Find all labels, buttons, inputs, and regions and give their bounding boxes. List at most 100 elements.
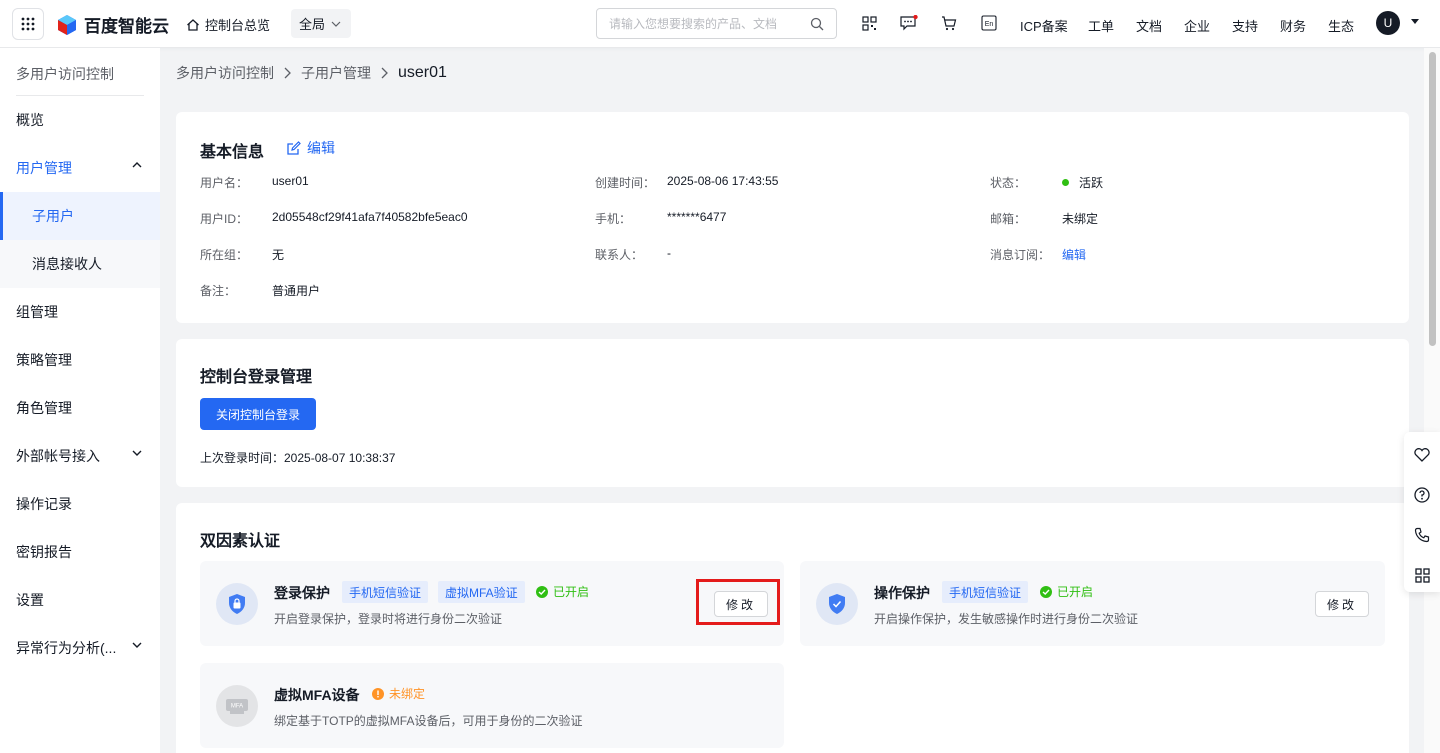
top-navbar: 百度智能云 控制台总览 全局 请输入您想要搜索的产品、文档 En ICP备案 工… [0, 0, 1440, 48]
avatar[interactable]: U [1376, 11, 1400, 35]
language-icon[interactable]: En [980, 14, 998, 32]
login-protect-state: 已开启 [536, 583, 589, 600]
language-icon-text: En [985, 21, 994, 28]
field-value: 未绑定 [1062, 212, 1099, 226]
virtual-mfa-state: 未绑定 [372, 685, 425, 702]
field-label: 状态： [990, 176, 1027, 190]
sidebar-item-user-management[interactable]: 用户管理 [0, 144, 160, 192]
sidebar-item-label: 异常行为分析(... [16, 640, 117, 656]
home-icon [187, 18, 199, 31]
disable-console-login-button[interactable]: 关闭控制台登录 [200, 398, 316, 430]
apps-icon[interactable] [1413, 566, 1431, 584]
field-remark: 备注： 普通用户 [200, 282, 320, 299]
caret-down-icon[interactable] [1410, 18, 1420, 25]
field-value: 无 [272, 248, 285, 262]
field-value: - [667, 246, 671, 260]
favorite-icon[interactable] [1413, 446, 1431, 464]
sidebar-item-label: 设置 [16, 592, 44, 608]
operation-protect-state: 已开启 [1040, 583, 1093, 600]
help-icon[interactable] [1413, 486, 1431, 504]
sidebar-item-anomaly-analysis[interactable]: 异常行为分析(... [0, 624, 160, 672]
field-label: 用户名： [200, 176, 249, 190]
message-icon[interactable] [900, 14, 918, 32]
sidebar-item-policy-management[interactable]: 策略管理 [0, 336, 160, 384]
qrcode-icon[interactable] [860, 14, 878, 32]
warning-circle-icon [372, 687, 384, 700]
search-icon[interactable] [810, 17, 824, 31]
chevron-down-icon [331, 21, 341, 27]
field-label: 手机： [595, 212, 632, 226]
nav-icp[interactable]: ICP备案 [1020, 16, 1068, 35]
sidebar-item-message-receiver[interactable]: 消息接收人 [0, 240, 160, 288]
sidebar-title: 多用户访问控制 [16, 66, 114, 82]
highlight-box [696, 579, 780, 625]
edit-subscription-link[interactable]: 编辑 [1062, 246, 1086, 263]
field-label: 所在组： [200, 248, 249, 262]
sidebar-item-role-management[interactable]: 角色管理 [0, 384, 160, 432]
sidebar-item-label: 概览 [16, 112, 44, 128]
field-contact: 联系人： - [595, 246, 671, 263]
field-value: 普通用户 [272, 284, 321, 298]
console-login-card: 控制台登录管理 关闭控制台登录 上次登录时间：2025-08-07 10:38:… [176, 339, 1409, 487]
modify-operation-protect-button[interactable]: 修改 [1315, 591, 1369, 617]
sidebar-item-operation-log[interactable]: 操作记录 [0, 480, 160, 528]
operation-protect-state-text: 已开启 [1057, 585, 1094, 599]
field-phone: 手机： *******6477 [595, 210, 726, 227]
sidebar-item-key-report[interactable]: 密钥报告 [0, 528, 160, 576]
sms-verify-tag: 手机短信验证 [342, 581, 429, 603]
virtual-mfa-panel: MFA 虚拟MFA设备 未绑定 绑定基于TOTP的虚拟MFA设备后，可用于身份的… [200, 663, 784, 748]
two-factor-card: 双因素认证 登录保护 手机短信验证 虚拟MFA验证 已开启 开启登录保护，登录时… [176, 503, 1409, 753]
cart-icon[interactable] [940, 14, 958, 32]
sms-verify-tag: 手机短信验证 [942, 581, 1029, 603]
region-value: 全局 [299, 17, 326, 32]
virtual-mfa-desc: 绑定基于TOTP的虚拟MFA设备后，可用于身份的二次验证 [274, 714, 583, 728]
mfa-device-icon-text: MFA [231, 704, 243, 710]
status-text: 活跃 [1079, 176, 1104, 190]
edit-basic-info-button[interactable]: 编辑 [286, 138, 335, 158]
sidebar-item-label: 策略管理 [16, 352, 72, 368]
sidebar-item-label: 消息接收人 [32, 256, 102, 272]
nav-docs[interactable]: 文档 [1136, 16, 1162, 35]
breadcrumb-item[interactable]: 多用户访问控制 [176, 63, 274, 83]
field-username: 用户名： user01 [200, 174, 309, 191]
field-value: *******6477 [667, 210, 727, 224]
sidebar-item-group-management[interactable]: 组管理 [0, 288, 160, 336]
field-status: 状态： 活跃 [990, 174, 1103, 191]
breadcrumb-item[interactable]: 子用户管理 [301, 63, 371, 83]
field-label: 用户ID： [200, 212, 249, 226]
status-value: 活跃 [1062, 174, 1103, 191]
search-input[interactable]: 请输入您想要搜索的产品、文档 [596, 8, 837, 39]
sidebar-item-label: 子用户 [32, 208, 74, 224]
last-login-time: 上次登录时间：2025-08-07 10:38:37 [200, 451, 396, 465]
console-home-label: 控制台总览 [205, 18, 271, 33]
sidebar-item-overview[interactable]: 概览 [0, 96, 160, 144]
check-circle-icon [536, 585, 548, 598]
edit-basic-info-label: 编辑 [307, 140, 335, 156]
sidebar-item-external-account[interactable]: 外部帐号接入 [0, 432, 160, 480]
nav-support[interactable]: 支持 [1232, 16, 1258, 35]
chevron-up-icon [132, 162, 142, 168]
field-value: user01 [272, 174, 309, 188]
nav-ticket[interactable]: 工单 [1088, 16, 1114, 35]
brand-logo[interactable]: 百度智能云 [56, 12, 169, 37]
nav-enterprise[interactable]: 企业 [1184, 16, 1210, 35]
sidebar-item-settings[interactable]: 设置 [0, 576, 160, 624]
mfa-verify-tag: 虚拟MFA验证 [438, 581, 525, 603]
sidebar-item-label: 密钥报告 [16, 544, 72, 560]
sidebar: 多用户访问控制 概览 用户管理 子用户 消息接收人 组管理 策略管理 角色管理 … [0, 48, 160, 753]
two-factor-title: 双因素认证 [200, 533, 281, 550]
field-user-id: 用户ID： 2d05548cf29f41afa7f40582bfe5eac0 [200, 210, 468, 227]
sidebar-item-subuser[interactable]: 子用户 [0, 192, 160, 240]
app-grid-icon[interactable] [12, 8, 44, 40]
field-value: 2d05548cf29f41afa7f40582bfe5eac0 [272, 210, 468, 224]
scrollbar-thumb[interactable] [1429, 52, 1436, 346]
nav-finance[interactable]: 财务 [1280, 16, 1306, 35]
field-value: 2025-08-06 17:43:55 [667, 174, 779, 188]
region-select[interactable]: 全局 [291, 9, 351, 38]
phone-icon[interactable] [1413, 526, 1431, 544]
nav-ecosystem[interactable]: 生态 [1328, 16, 1354, 35]
basic-info-title: 基本信息 [200, 144, 265, 161]
edit-icon [287, 140, 301, 155]
chevron-down-icon [132, 450, 142, 456]
console-home-link[interactable]: 控制台总览 [186, 15, 270, 34]
